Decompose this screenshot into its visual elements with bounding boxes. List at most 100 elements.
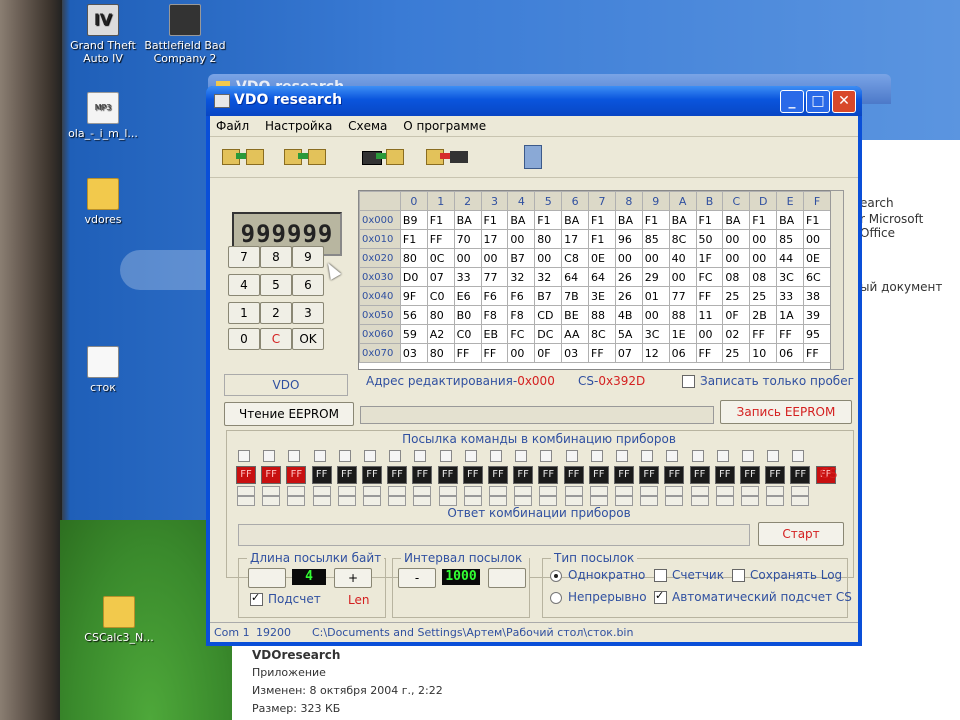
hex-cell[interactable]: FF [695, 286, 724, 306]
byte-enable-checkbox[interactable] [364, 450, 376, 462]
mileage-only-option[interactable]: Записать только пробег [682, 374, 854, 388]
menu-file[interactable]: Файл [210, 116, 255, 136]
hex-cell[interactable]: F1 [588, 210, 616, 230]
command-byte[interactable]: FF [362, 466, 382, 484]
byte-stepper[interactable] [438, 496, 457, 506]
hex-cell[interactable]: F8 [507, 305, 536, 325]
byte-stepper[interactable] [413, 496, 432, 506]
hex-cell[interactable]: 00 [641, 305, 670, 325]
maximize-button[interactable]: □ [806, 90, 830, 113]
byte-stepper[interactable] [312, 496, 331, 506]
hex-cell[interactable]: FF [426, 229, 455, 249]
menu-settings[interactable]: Настройка [259, 116, 338, 136]
hex-cell[interactable]: FF [749, 324, 778, 344]
hex-cell[interactable]: 3E [588, 286, 616, 306]
hex-cell[interactable]: FF [803, 343, 831, 363]
hex-cell[interactable]: 00 [803, 229, 831, 249]
byte-enable-checkbox[interactable] [641, 450, 654, 462]
hex-cell[interactable]: 03 [399, 343, 428, 363]
hex-cell[interactable]: 25 [749, 286, 778, 306]
hex-cell[interactable]: 01 [641, 286, 670, 306]
hex-grid-scrollbar[interactable] [830, 190, 844, 370]
hex-cell[interactable]: 00 [695, 324, 724, 344]
hex-cell[interactable]: 0C [426, 248, 455, 268]
hex-cell[interactable]: F1 [641, 210, 670, 230]
key-9[interactable]: 9 [292, 246, 324, 268]
byte-enable-checkbox[interactable] [338, 450, 351, 462]
hex-cell[interactable]: 80 [534, 229, 563, 249]
command-byte[interactable]: FF [462, 466, 483, 484]
hex-cell[interactable]: 25 [722, 286, 751, 306]
byte-enable-checkbox[interactable] [565, 450, 578, 462]
hex-cell[interactable]: 07 [614, 343, 643, 363]
byte-stepper[interactable] [262, 486, 281, 496]
command-byte[interactable]: FF [513, 466, 534, 484]
hex-cell[interactable]: 17 [480, 229, 509, 249]
hex-cell[interactable]: BE [561, 305, 590, 325]
key-ok[interactable]: OK [292, 328, 324, 350]
key-4[interactable]: 4 [228, 274, 260, 296]
hex-cell[interactable]: 5A [614, 324, 643, 344]
read-file-icon[interactable] [220, 143, 270, 171]
menu-scheme[interactable]: Схема [342, 116, 393, 136]
hex-cell[interactable]: DC [534, 324, 563, 344]
desktop-icon-stok[interactable]: сток [58, 346, 148, 394]
hex-cell[interactable]: 80 [426, 305, 455, 325]
hex-cell[interactable]: 06 [668, 343, 697, 363]
hex-cell[interactable]: FF [695, 343, 724, 363]
hex-cell[interactable]: FC [507, 324, 536, 344]
byte-enable-checkbox[interactable] [792, 450, 805, 462]
byte-enable-checkbox[interactable] [666, 450, 679, 462]
byte-enable-checkbox[interactable] [238, 450, 250, 462]
hex-cell[interactable]: 26 [614, 267, 643, 287]
hex-cell[interactable]: D0 [399, 267, 428, 287]
hex-cell[interactable]: F6 [507, 286, 536, 306]
byte-stepper[interactable] [312, 486, 331, 496]
hex-cell[interactable]: 33 [776, 286, 804, 306]
hex-cell[interactable]: 1E [668, 324, 697, 344]
byte-stepper[interactable] [564, 486, 583, 496]
key-1[interactable]: 1 [228, 302, 260, 324]
hex-cell[interactable]: 00 [507, 229, 536, 249]
byte-stepper[interactable] [262, 496, 281, 506]
hex-cell[interactable]: EB [480, 324, 509, 344]
byte-enable-checkbox[interactable] [263, 450, 276, 462]
command-byte[interactable]: FF [311, 466, 332, 484]
hex-cell[interactable]: C8 [561, 248, 590, 268]
hex-cell[interactable]: BA [776, 210, 804, 230]
hex-cell[interactable]: 4B [614, 305, 643, 325]
command-byte[interactable]: FF [689, 466, 710, 484]
hex-cell[interactable]: 00 [641, 248, 670, 268]
hex-cell[interactable]: 00 [507, 343, 536, 363]
auto-cs-option[interactable]: Автоматический подсчет CS [654, 589, 852, 604]
byte-enable-checkbox[interactable] [515, 450, 528, 462]
hex-cell[interactable]: F1 [399, 229, 428, 249]
key-5[interactable]: 5 [260, 274, 292, 296]
hex-cell[interactable]: 26 [614, 286, 643, 306]
hex-cell[interactable]: 80 [426, 343, 455, 363]
byte-stepper[interactable] [791, 486, 810, 496]
hex-cell[interactable]: 50 [695, 229, 724, 249]
length-plus-button[interactable]: + [334, 568, 372, 588]
hex-cell[interactable]: 64 [588, 267, 616, 287]
byte-stepper[interactable] [489, 486, 507, 496]
hex-cell[interactable]: 32 [507, 267, 536, 287]
hex-cell[interactable]: C0 [453, 324, 482, 344]
hex-cell[interactable]: 59 [399, 324, 428, 344]
byte-stepper[interactable] [388, 486, 407, 496]
hex-cell[interactable]: 33 [453, 267, 482, 287]
byte-enable-checkbox[interactable] [439, 450, 452, 462]
hex-cell[interactable]: BA [668, 210, 697, 230]
byte-stepper[interactable] [640, 486, 659, 496]
hex-cell[interactable]: BA [453, 210, 482, 230]
byte-enable-checkbox[interactable] [288, 450, 301, 462]
hex-cell[interactable]: 00 [749, 248, 778, 268]
desktop-icon-gta[interactable]: IV Grand Theft Auto IV [58, 4, 148, 65]
hex-cell[interactable]: B9 [399, 210, 428, 230]
key-3[interactable]: 3 [292, 302, 324, 324]
hex-cell[interactable]: FC [695, 267, 724, 287]
hex-cell[interactable]: 00 [749, 229, 778, 249]
command-byte[interactable]: FF [563, 466, 584, 484]
byte-enable-checkbox[interactable] [742, 450, 754, 462]
desktop-icon-mp3[interactable]: MP3 ola_-_i_m_l... [58, 92, 148, 140]
